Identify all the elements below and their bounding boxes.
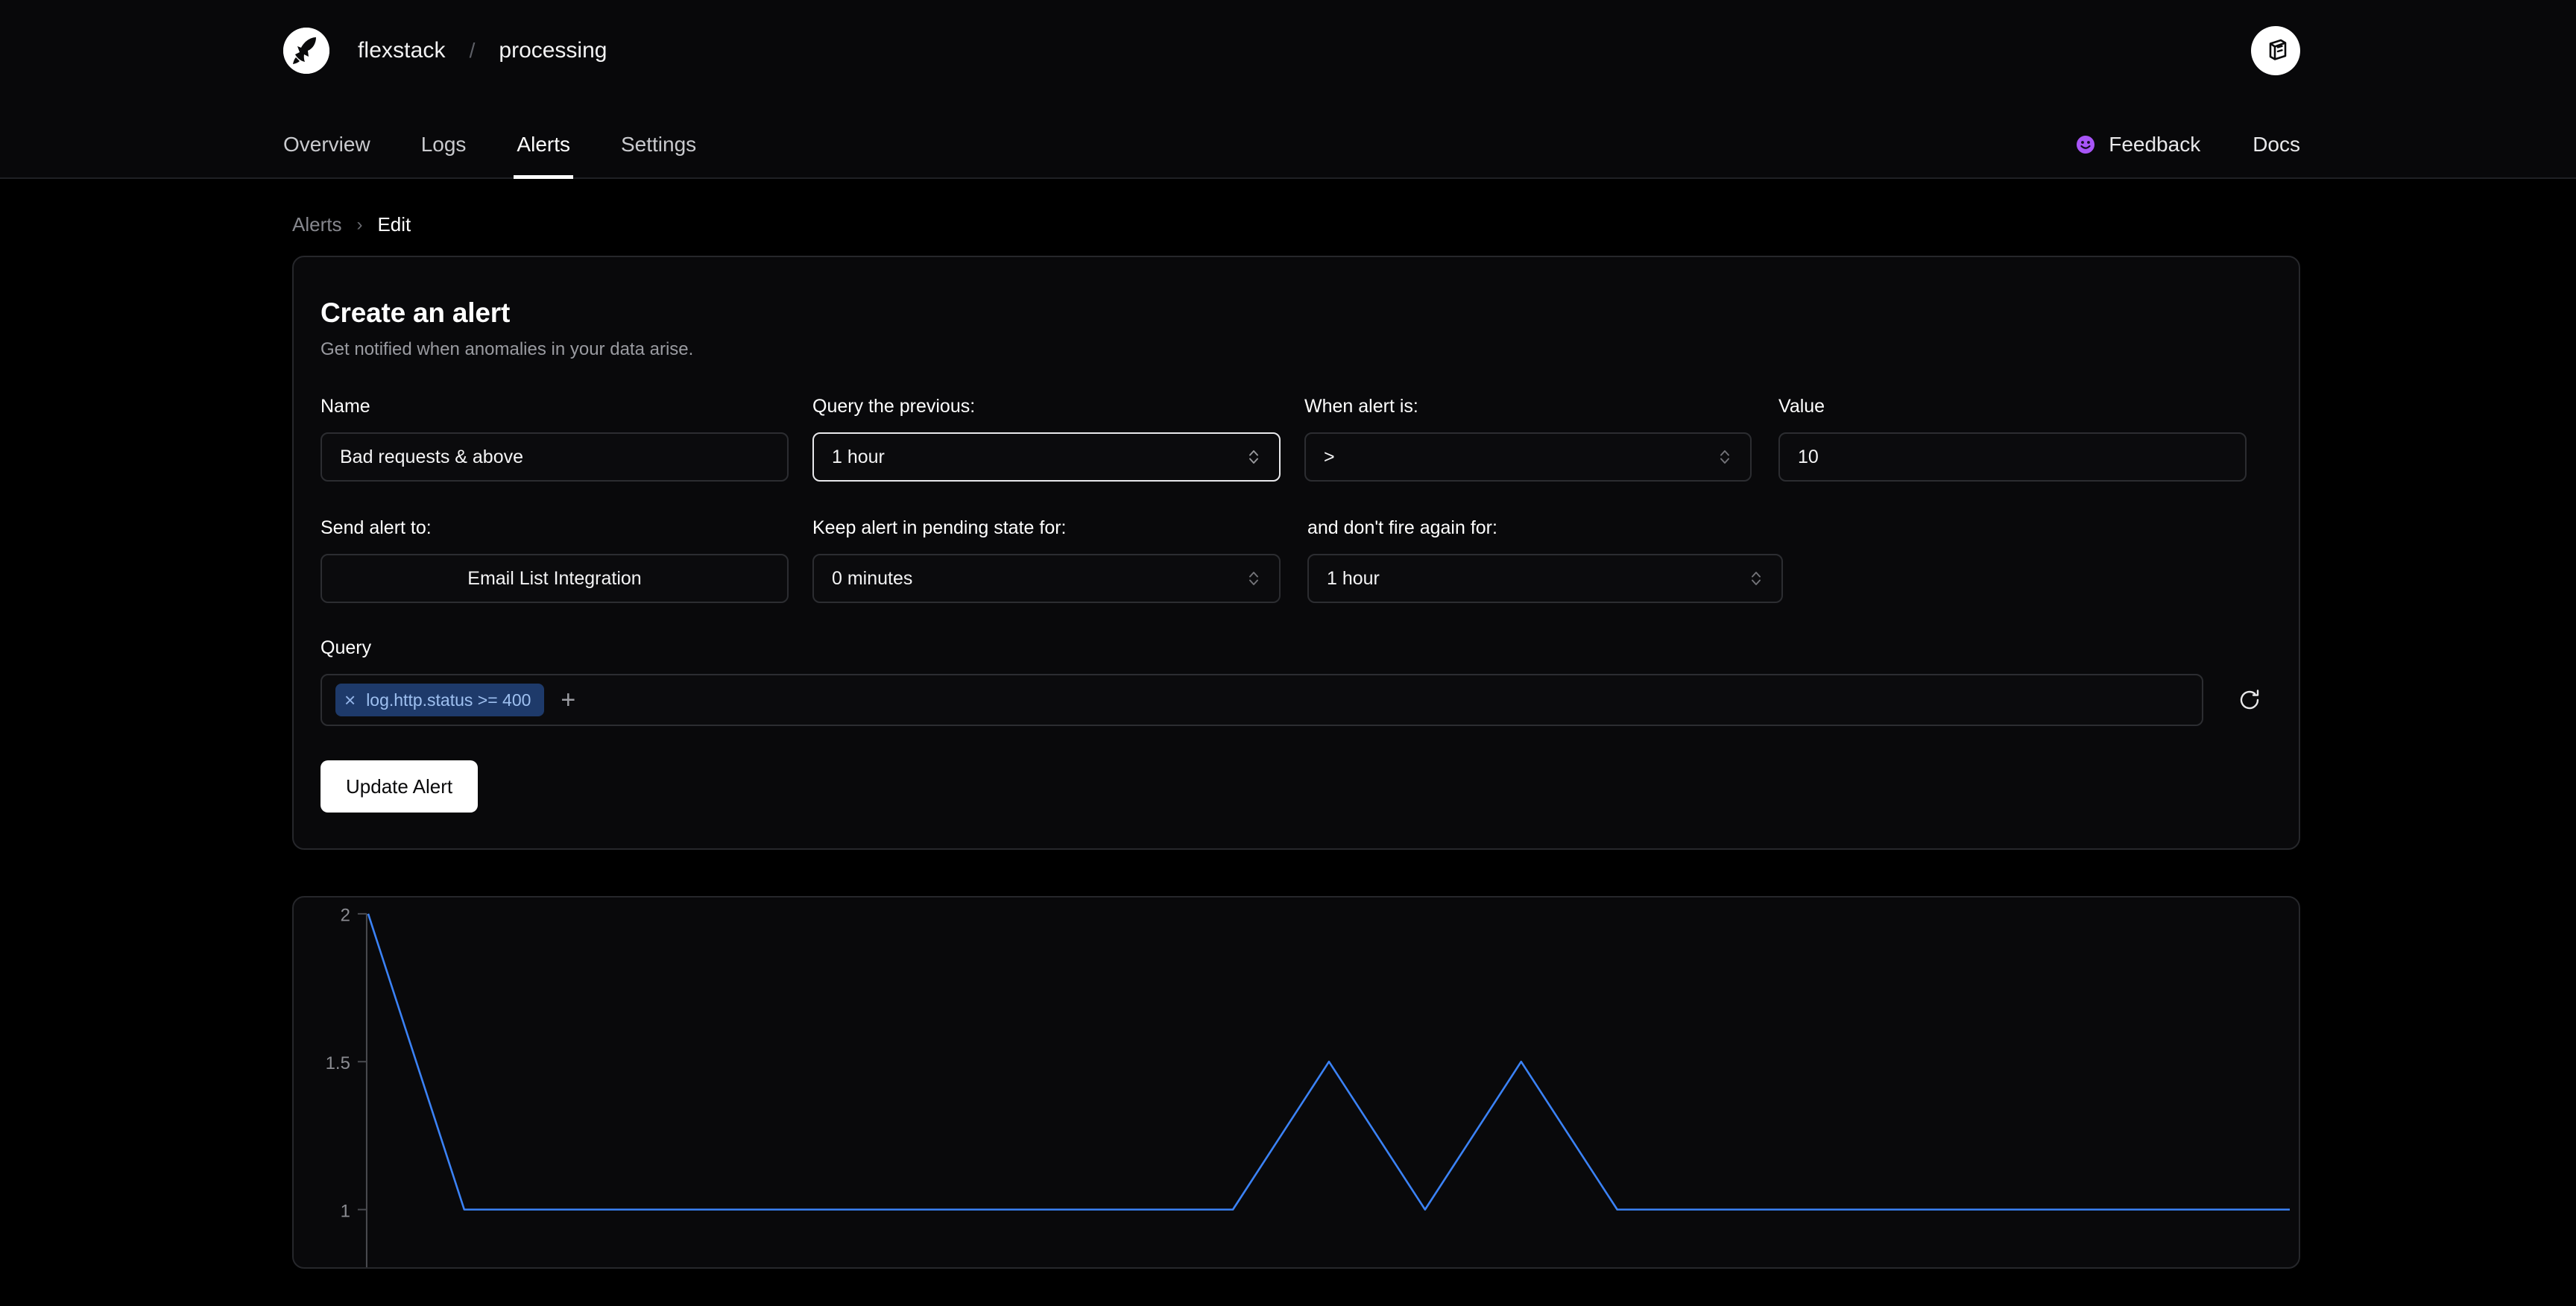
label-send-alert-to: Send alert to: — [321, 517, 432, 538]
field-dont-fire-again: and don't fire again for: 1 hour — [1307, 517, 1783, 603]
page-content: Alerts › Edit Create an alert Get notifi… — [0, 179, 2576, 1269]
brand-row: flexstack / processing — [0, 0, 2576, 101]
feedback-label: Feedback — [2109, 133, 2201, 156]
label-value: Value — [1778, 396, 1825, 417]
pending-state-select[interactable]: 0 minutes — [812, 554, 1281, 603]
label-when-alert-is: When alert is: — [1304, 396, 1418, 417]
chart-series-line — [367, 913, 2291, 1211]
dont-fire-again-select[interactable]: 1 hour — [1307, 554, 1783, 603]
dont-fire-again-value: 1 hour — [1327, 567, 1380, 589]
label-dont-fire-again: and don't fire again for: — [1307, 517, 1497, 538]
query-chip[interactable]: × log.http.status >= 400 — [335, 684, 545, 716]
label-query-previous: Query the previous: — [812, 396, 976, 417]
nav-right-group: Feedback Docs — [2024, 101, 2300, 179]
docs-label: Docs — [2253, 133, 2300, 156]
page-subtitle: Get notified when anomalies in your data… — [321, 339, 694, 359]
update-alert-button[interactable]: Update Alert — [321, 760, 479, 813]
label-pending-state: Keep alert in pending state for: — [812, 517, 1067, 538]
docs-book-logo-icon[interactable] — [2251, 26, 2300, 75]
when-alert-is-select[interactable]: > — [1304, 432, 1752, 482]
send-alert-to-button[interactable]: Email List Integration — [321, 554, 789, 603]
query-input[interactable]: × log.http.status >= 400 + — [321, 674, 2203, 726]
top-bar: flexstack / processing Overview Logs Ale… — [0, 0, 2576, 179]
when-alert-is-value: > — [1324, 446, 1335, 467]
project-name[interactable]: processing — [499, 38, 607, 63]
query-block: Query × log.http.status >= 400 + — [321, 637, 2272, 726]
close-icon[interactable]: × — [344, 690, 356, 710]
chart-ytick-label: 1.5 — [326, 1053, 350, 1073]
query-previous-select[interactable]: 1 hour — [812, 432, 1281, 482]
create-alert-card: Create an alert Get notified when anomal… — [292, 256, 2300, 850]
page-title: Create an alert — [321, 297, 511, 328]
form-row-1: Name Bad requests & above Query the prev… — [321, 396, 2272, 482]
chevron-up-down-icon — [1749, 567, 1764, 590]
alert-preview-chart: 2 1.5 1 — [326, 906, 2291, 1267]
chart-ytick-label: 2 — [341, 906, 350, 926]
refresh-icon[interactable] — [2227, 678, 2272, 722]
docs-link[interactable]: Docs — [2253, 133, 2300, 179]
breadcrumb-edit: Edit — [377, 213, 411, 236]
tab-settings[interactable]: Settings — [621, 133, 696, 179]
field-name: Name Bad requests & above — [321, 396, 789, 482]
chart-ytick-label: 1 — [341, 1202, 350, 1222]
alert-preview-chart-card: 2 1.5 1 — [292, 896, 2300, 1269]
field-when-alert-is: When alert is: > — [1304, 396, 1752, 482]
tab-alerts[interactable]: Alerts — [514, 133, 573, 179]
field-send-alert-to: Send alert to: Email List Integration — [321, 517, 789, 603]
label-query: Query — [321, 637, 372, 658]
field-value: Value 10 — [1778, 396, 2247, 482]
smiley-face-icon — [2076, 135, 2095, 154]
add-filter-icon[interactable]: + — [561, 687, 575, 713]
nav-tabs: Overview Logs Alerts Settings — [283, 101, 747, 179]
tab-overview[interactable]: Overview — [283, 133, 370, 179]
brand-separator: / — [469, 39, 476, 62]
feedback-button[interactable]: Feedback — [2076, 133, 2200, 179]
chevron-right-icon: › — [356, 214, 363, 235]
chevron-up-down-icon — [1246, 445, 1261, 469]
chevron-up-down-icon — [1246, 567, 1261, 590]
tab-logs[interactable]: Logs — [421, 133, 467, 179]
pending-state-value: 0 minutes — [832, 567, 913, 589]
query-row: × log.http.status >= 400 + — [321, 674, 2272, 726]
brand-name[interactable]: flexstack — [358, 38, 446, 63]
name-input[interactable]: Bad requests & above — [321, 432, 789, 482]
field-pending-state: Keep alert in pending state for: 0 minut… — [812, 517, 1281, 603]
value-input[interactable]: 10 — [1778, 432, 2247, 482]
form-row-2: Send alert to: Email List Integration Ke… — [321, 517, 2272, 603]
nav-row: Overview Logs Alerts Settings Feedback D… — [0, 101, 2576, 179]
query-chip-label: log.http.status >= 400 — [366, 690, 531, 710]
flexstack-rocket-logo-icon[interactable] — [283, 28, 329, 74]
field-query-previous: Query the previous: 1 hour — [812, 396, 1281, 482]
chevron-up-down-icon — [1717, 445, 1732, 469]
breadcrumb-alerts[interactable]: Alerts — [292, 213, 341, 236]
query-previous-value: 1 hour — [832, 446, 885, 467]
label-name: Name — [321, 396, 370, 417]
breadcrumb: Alerts › Edit — [0, 179, 2576, 236]
